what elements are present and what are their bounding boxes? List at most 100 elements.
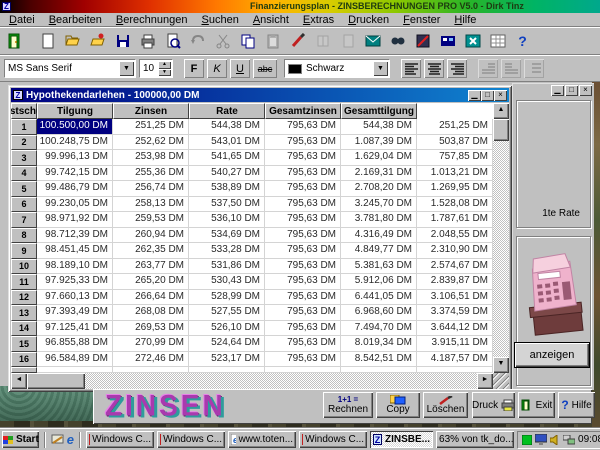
cell-tilgung[interactable]: 255,36 DM	[113, 166, 189, 182]
menu-item[interactable]: Berechnungen	[109, 14, 195, 26]
cell-gesamttilgung[interactable]: 4.187,57 DM	[417, 352, 493, 368]
row-number[interactable]: 7	[11, 212, 37, 228]
cell-gesamtzinsen[interactable]: 6.968,60 DM	[341, 305, 417, 321]
column-header[interactable]: Gesamttilgung	[341, 103, 417, 119]
row-number[interactable]: 13	[11, 305, 37, 321]
table-row[interactable]: 10 98.189,10 DM 263,77 DM 531,86 DM 795,…	[11, 259, 493, 275]
druck-button[interactable]: Druck	[472, 392, 515, 418]
cell-restschuld[interactable]: 100.248,75 DM	[37, 135, 113, 151]
align-left-icon[interactable]	[401, 59, 421, 78]
cell-zinsen[interactable]: 537,50 DM	[189, 197, 265, 213]
task-button-windows-commander-2[interactable]: Windows C...	[157, 431, 225, 448]
menu-item[interactable]: Ansicht	[246, 14, 296, 26]
cell-zinsen[interactable]: 526,10 DM	[189, 321, 265, 337]
cell-tilgung[interactable]: 253,98 DM	[113, 150, 189, 166]
cell-zinsen[interactable]: 528,99 DM	[189, 290, 265, 306]
cell-gesamttilgung[interactable]: 503,87 DM	[417, 135, 493, 151]
cell-zinsen[interactable]: 538,89 DM	[189, 181, 265, 197]
amortization-grid[interactable]: RestschuldTilgungZinsenRateGesamtzinsenG…	[11, 103, 493, 373]
cell-restschuld[interactable]: 98.712,39 DM	[37, 228, 113, 244]
cell-gesamtzinsen[interactable]: 3.781,80 DM	[341, 212, 417, 228]
exit-door-icon[interactable]	[4, 30, 27, 52]
row-number[interactable]: 1	[11, 119, 37, 135]
cell-restschuld[interactable]: 98.189,10 DM	[37, 259, 113, 275]
cell-rate[interactable]: 795,63 DM	[265, 290, 341, 306]
row-number[interactable]: 15	[11, 336, 37, 352]
cell-zinsen[interactable]: 531,86 DM	[189, 259, 265, 275]
cell-gesamtzinsen[interactable]: 2.169,31 DM	[341, 166, 417, 182]
cell-tilgung[interactable]: 263,77 DM	[113, 259, 189, 275]
cell-gesamtzinsen[interactable]: 8.019,34 DM	[341, 336, 417, 352]
cell-gesamtzinsen[interactable]: 5.912,06 DM	[341, 274, 417, 290]
tray-network-icon[interactable]	[563, 435, 575, 445]
help-icon[interactable]: ?	[511, 30, 534, 52]
cell-gesamtzinsen[interactable]: 1.629,04 DM	[341, 150, 417, 166]
cell-gesamttilgung[interactable]: 3.106,51 DM	[417, 290, 493, 306]
vertical-scroll-thumb[interactable]	[493, 119, 509, 141]
table-row[interactable]: 16 96.584,89 DM 272,46 DM 523,17 DM 795,…	[11, 352, 493, 368]
close-icon[interactable]: ×	[494, 90, 507, 101]
cell-tilgung[interactable]: 270,99 DM	[113, 336, 189, 352]
cell-rate[interactable]: 795,63 DM	[265, 259, 341, 275]
cell-rate[interactable]: 795,63 DM	[265, 243, 341, 259]
task-button-download[interactable]: 63% von tk_do...	[436, 431, 514, 448]
cell-zinsen[interactable]: 540,27 DM	[189, 166, 265, 182]
cell-tilgung[interactable]: 266,64 DM	[113, 290, 189, 306]
quicklaunch-desktop-icon[interactable]	[51, 432, 64, 448]
cell-gesamtzinsen[interactable]: 7.494,70 DM	[341, 321, 417, 337]
scroll-left-icon[interactable]: ◄	[11, 373, 27, 389]
start-button[interactable]: Start	[2, 431, 39, 448]
menu-item[interactable]: Drucken	[341, 14, 396, 26]
cell-restschuld[interactable]: 97.393,49 DM	[37, 305, 113, 321]
task-button-browser[interactable]: e www.toten...	[228, 431, 296, 448]
minimize-icon[interactable]: ▁	[551, 85, 564, 96]
menu-item[interactable]: Bearbeiten	[42, 14, 109, 26]
table-icon[interactable]	[486, 30, 509, 52]
table-row[interactable]: 11 97.925,33 DM 265,20 DM 530,43 DM 795,…	[11, 274, 493, 290]
app-titlebar[interactable]: Z Finanzierungsplan - ZINSBERECHNUNGEN P…	[0, 0, 600, 13]
print-icon[interactable]	[136, 30, 159, 52]
scroll-up-icon[interactable]: ▲	[493, 103, 509, 119]
cell-gesamtzinsen[interactable]: 2.708,20 DM	[341, 181, 417, 197]
cell-restschuld[interactable]: 99.486,79 DM	[37, 181, 113, 197]
color-select[interactable]: Schwarz ▼	[284, 59, 390, 78]
cell-gesamtzinsen[interactable]: 4.316,49 DM	[341, 228, 417, 244]
table-row[interactable]: 3 99.996,13 DM 253,98 DM 541,65 DM 795,6…	[11, 150, 493, 166]
cell-zinsen[interactable]: 544,38 DM	[189, 119, 265, 135]
cell-rate[interactable]: 795,63 DM	[265, 228, 341, 244]
cell-rate[interactable]: 795,63 DM	[265, 181, 341, 197]
cell-rate[interactable]: 795,63 DM	[265, 212, 341, 228]
cell-restschuld[interactable]: 97.660,13 DM	[37, 290, 113, 306]
cell-restschuld[interactable]: 98.971,92 DM	[37, 212, 113, 228]
new-document-icon[interactable]	[36, 30, 59, 52]
cell-rate[interactable]: 795,63 DM	[265, 166, 341, 182]
cell-tilgung[interactable]: 256,74 DM	[113, 181, 189, 197]
cell-tilgung[interactable]: 268,08 DM	[113, 305, 189, 321]
font-size-stepper[interactable]: ▲▼	[158, 61, 171, 76]
taskbar-clock[interactable]: 09:08	[578, 434, 600, 445]
cell-rate[interactable]: 795,63 DM	[265, 336, 341, 352]
row-number[interactable]: 14	[11, 321, 37, 337]
row-number[interactable]: 16	[11, 352, 37, 368]
cell-rate[interactable]: 795,63 DM	[265, 150, 341, 166]
cell-gesamttilgung[interactable]: 2.310,90 DM	[417, 243, 493, 259]
vertical-scrollbar[interactable]: ▲ ▼	[493, 103, 509, 373]
save-icon[interactable]	[111, 30, 134, 52]
font-family-dropdown-icon[interactable]: ▼	[119, 61, 134, 76]
cell-gesamttilgung[interactable]: 1.269,95 DM	[417, 181, 493, 197]
horizontal-scrollbar[interactable]: ◄ ►	[11, 373, 493, 389]
maximize-icon[interactable]: □	[481, 90, 494, 101]
cell-tilgung[interactable]: 251,25 DM	[113, 119, 189, 135]
exit-button[interactable]: Exit	[518, 392, 555, 418]
row-number[interactable]: 3	[11, 150, 37, 166]
column-header[interactable]: Tilgung	[37, 103, 113, 119]
table-row[interactable]: 6 99.230,05 DM 258,13 DM 537,50 DM 795,6…	[11, 197, 493, 213]
font-size-select[interactable]: 10 ▲▼	[139, 59, 173, 78]
cell-tilgung[interactable]: 259,53 DM	[113, 212, 189, 228]
cell-zinsen[interactable]: 530,43 DM	[189, 274, 265, 290]
cell-gesamtzinsen[interactable]: 4.849,77 DM	[341, 243, 417, 259]
menu-item[interactable]: Suchen	[195, 14, 246, 26]
quicklaunch-ie-icon[interactable]: e	[67, 432, 74, 448]
row-number[interactable]: 12	[11, 290, 37, 306]
mail-icon[interactable]	[361, 30, 384, 52]
